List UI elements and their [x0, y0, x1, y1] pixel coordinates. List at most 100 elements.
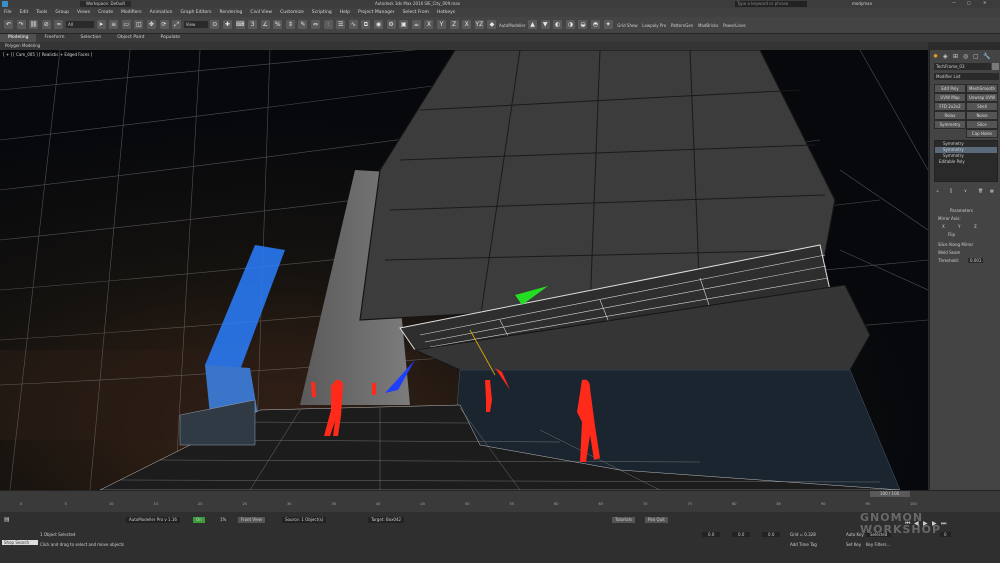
- rectangular-selection-icon[interactable]: ▭: [121, 20, 131, 29]
- weld-seam-checkbox[interactable]: Weld Seam: [938, 250, 960, 255]
- plugin-icon-g[interactable]: ✦: [603, 20, 613, 29]
- timeline-ruler[interactable]: 0 5 10 15 20 25 30 35 40 45 50 55 60 65 70 75 80 85 90 95 10…: [0, 499, 928, 511]
- y-coordinate[interactable]: 0.0: [732, 532, 751, 537]
- x-coordinate[interactable]: 0.0: [702, 532, 721, 537]
- reference-coordinate-dropdown[interactable]: View: [183, 21, 208, 28]
- pan-quit-button[interactable]: Pan Quit: [645, 517, 668, 523]
- schematic-view-icon[interactable]: ⧉: [361, 20, 371, 29]
- modifier-button-slice[interactable]: Slice: [966, 120, 998, 129]
- flip-checkbox[interactable]: Flip: [948, 232, 955, 237]
- undo-icon[interactable]: ↶: [4, 20, 13, 29]
- tutorials-button[interactable]: Tutorials: [612, 517, 635, 523]
- tab-populate[interactable]: Populate: [153, 34, 189, 42]
- menu-item-group[interactable]: Group: [55, 8, 69, 17]
- percent-snap-icon[interactable]: %: [273, 20, 283, 29]
- toolbar-item-powerlines[interactable]: PowerLines: [723, 23, 746, 28]
- plugin-icon-b[interactable]: ▼: [540, 20, 550, 29]
- menu-item-modifiers[interactable]: Modifiers: [121, 8, 142, 17]
- plugin-icon-e[interactable]: ◒: [578, 20, 588, 29]
- keyboard-shortcut-icon[interactable]: ⌨: [235, 20, 245, 29]
- menu-item-select-from[interactable]: Select From: [403, 8, 429, 17]
- layer-icon[interactable]: ☰: [336, 20, 346, 29]
- mirror-icon[interactable]: ⇔: [311, 20, 321, 29]
- modifier-list-dropdown[interactable]: Modifier List: [934, 73, 999, 80]
- modify-tab-icon[interactable]: ◈: [943, 53, 948, 60]
- menu-item-civil-view[interactable]: Civil View: [250, 8, 272, 17]
- tab-modeling[interactable]: Modeling: [0, 34, 37, 42]
- menu-item-graph-editors[interactable]: Graph Editors: [181, 8, 212, 17]
- menu-item-edit[interactable]: Edit: [20, 8, 29, 17]
- select-manipulate-icon[interactable]: ✚: [222, 20, 232, 29]
- select-object-icon[interactable]: ➤: [96, 20, 106, 29]
- render-frame-icon[interactable]: ▣: [399, 20, 409, 29]
- select-by-name-icon[interactable]: ≡: [109, 20, 119, 29]
- align-icon[interactable]: ⫶: [323, 20, 333, 29]
- modifier-button-unwrap-uvw[interactable]: Unwrap UVW: [966, 93, 998, 102]
- set-key-button[interactable]: Set Key: [846, 542, 861, 547]
- camera-viewport[interactable]: [ + ] [ Cam_005 ] [ Realistic + Edged Fa…: [0, 50, 928, 490]
- pin-stack-icon[interactable]: ⊥: [936, 188, 939, 193]
- app-logo-icon[interactable]: [2, 1, 8, 7]
- modifier-button-meshsmooth[interactable]: MeshSmooth: [966, 84, 998, 93]
- modifier-button-relax[interactable]: Relax: [934, 111, 966, 120]
- spinner-snap-icon[interactable]: ⇕: [285, 20, 295, 29]
- menu-item-project-manager[interactable]: Project Manager: [358, 8, 395, 17]
- menu-item-customize[interactable]: Customize: [280, 8, 304, 17]
- pivot-icon[interactable]: ⊙: [210, 20, 220, 29]
- axis-y-radio[interactable]: Y: [958, 224, 960, 229]
- align-y-icon[interactable]: Y: [437, 20, 446, 29]
- modifier-button-symmetry[interactable]: Symmetry: [934, 120, 966, 129]
- menu-item-file[interactable]: File: [4, 8, 12, 17]
- menu-item-rendering[interactable]: Rendering: [219, 8, 242, 17]
- script-dropdown[interactable]: AutoModeller Pro v 1.16: [126, 517, 180, 523]
- target-field[interactable]: Target: Box042: [368, 517, 405, 523]
- threshold-spinner[interactable]: 0.001: [968, 258, 984, 263]
- go-to-start-icon[interactable]: ⏮: [905, 520, 910, 528]
- menu-item-views[interactable]: Views: [77, 8, 90, 17]
- menu-item-help[interactable]: Help: [340, 8, 350, 17]
- minimize-icon[interactable]: —: [952, 0, 956, 5]
- workspace-selector[interactable]: Workspace: Default: [80, 1, 132, 7]
- menu-item-create[interactable]: Create: [98, 8, 113, 17]
- ribbon-subtitle[interactable]: Polygon Modeling: [5, 43, 40, 49]
- percent-field[interactable]: 1%: [220, 517, 226, 523]
- toolbar-item-patterngen[interactable]: PatternGen: [671, 23, 694, 28]
- source-field[interactable]: Source: 1 Object(s): [282, 517, 327, 523]
- viewport-label[interactable]: [ + ] [ Cam_005 ] [ Realistic + Edged Fa…: [3, 52, 92, 57]
- object-color-swatch[interactable]: [992, 63, 999, 70]
- close-icon[interactable]: ✕: [983, 0, 986, 5]
- add-time-tag[interactable]: Add Time Tag: [790, 542, 817, 547]
- axis-z-radio[interactable]: Z: [974, 224, 977, 229]
- menu-item-hotkeys[interactable]: Hotkeys: [437, 8, 455, 17]
- modifier-stack[interactable]: Symmetry Symmetry Symmetry Editable Poly: [934, 140, 998, 182]
- maximize-icon[interactable]: □: [967, 0, 971, 5]
- key-filters-button[interactable]: Key Filters...: [866, 542, 890, 547]
- stack-item-editable-poly[interactable]: Editable Poly: [935, 159, 997, 165]
- menu-item-scripting[interactable]: Scripting: [312, 8, 332, 17]
- tab-object-paint[interactable]: Object Paint: [109, 34, 152, 42]
- object-name-field[interactable]: TechFrame_03: [934, 63, 991, 70]
- modifier-button-edit-poly[interactable]: Edit Poly: [934, 84, 966, 93]
- configure-sets-icon[interactable]: ▦: [990, 188, 994, 193]
- modifier-button-uvw-map[interactable]: UVW Map: [934, 93, 966, 102]
- modifier-button-noise[interactable]: Noise: [966, 111, 998, 120]
- menu-item-animation[interactable]: Animation: [150, 8, 173, 17]
- plugin-icon-c[interactable]: ◐: [553, 20, 563, 29]
- align-yz-icon[interactable]: YZ: [474, 20, 484, 29]
- parameters-rollout-title[interactable]: Parameters: [950, 208, 973, 213]
- user-name[interactable]: modyman: [852, 1, 872, 7]
- tab-freeform[interactable]: Freeform: [36, 34, 72, 42]
- link-icon[interactable]: ⛓: [29, 20, 39, 29]
- plugin-icon-f[interactable]: ◓: [591, 20, 601, 29]
- align-z-icon[interactable]: Z: [449, 20, 459, 29]
- previous-frame-icon[interactable]: ◀: [914, 520, 919, 527]
- search-input[interactable]: Type a keyword or phrase: [735, 1, 807, 7]
- toolbar-item-lowpoly[interactable]: Lowpoly Pro: [642, 23, 666, 28]
- on-toggle[interactable]: On: [193, 517, 205, 523]
- named-selection-icon[interactable]: ✎: [298, 20, 308, 29]
- curve-editor-icon[interactable]: ∿: [348, 20, 358, 29]
- modifier-button-cap-holes[interactable]: Cap Holes: [966, 129, 998, 138]
- render-setup-icon[interactable]: ⚙: [386, 20, 396, 29]
- redo-icon[interactable]: ↷: [16, 20, 26, 29]
- modifier-button-shell[interactable]: Shell: [966, 102, 998, 111]
